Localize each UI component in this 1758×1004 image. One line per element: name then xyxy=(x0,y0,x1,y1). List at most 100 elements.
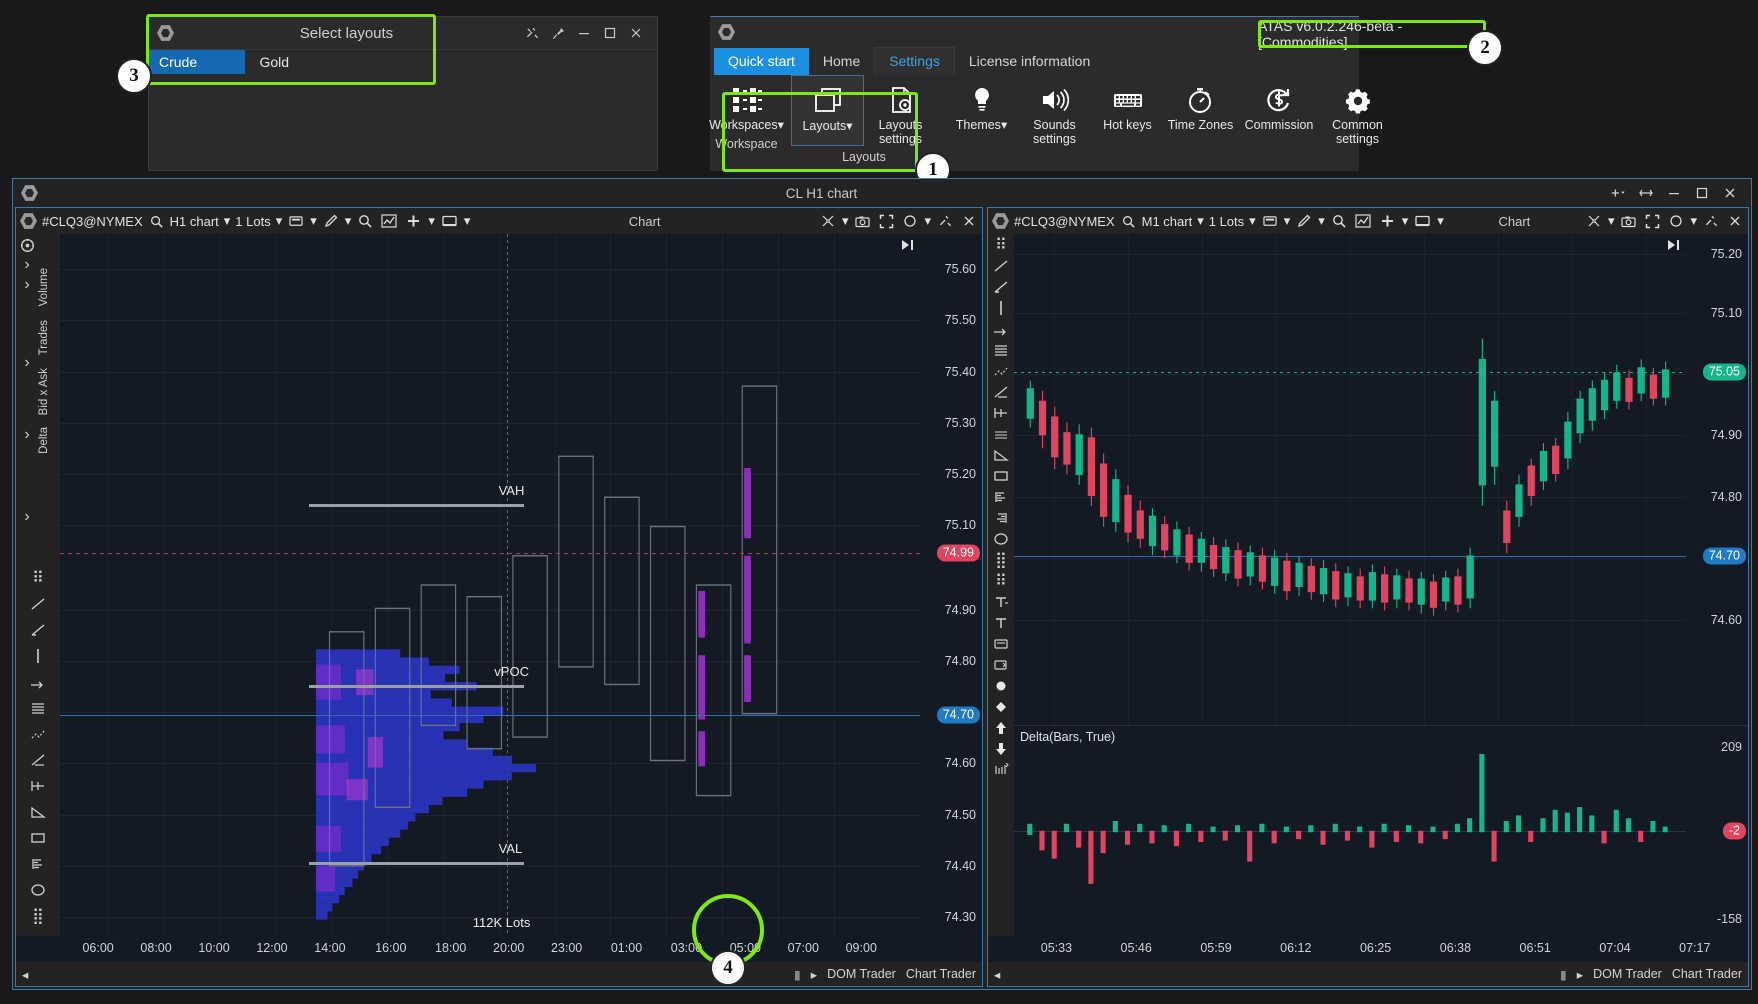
settings-gear-icon[interactable] xyxy=(18,238,36,252)
levels-tool-icon[interactable] xyxy=(992,343,1010,357)
profile2-tool-icon[interactable] xyxy=(992,511,1010,525)
indicator-icon[interactable] xyxy=(1353,214,1373,228)
crosshair-icon[interactable] xyxy=(819,214,837,228)
ray-tool-icon[interactable] xyxy=(29,623,47,637)
tab-home[interactable]: Home xyxy=(809,48,874,75)
close-icon[interactable] xyxy=(1726,214,1744,228)
profile-tool-icon[interactable] xyxy=(992,490,1010,504)
dotted-tool-icon[interactable] xyxy=(992,364,1010,378)
right-chart-timeframe[interactable]: M1 chart xyxy=(1142,214,1193,229)
themes-button[interactable]: Themes▾ xyxy=(945,75,1018,146)
add-icon[interactable] xyxy=(1605,181,1631,205)
right-chart-time-axis[interactable]: 05:33 05:46 05:59 06:12 06:25 06:38 06:5… xyxy=(988,936,1748,962)
search-icon[interactable] xyxy=(148,215,165,228)
vertical-line-icon[interactable] xyxy=(992,301,1010,315)
left-chart-price-axis[interactable]: 75.60 75.50 75.40 75.30 75.20 75.10 74.9… xyxy=(920,234,982,936)
time-zones-button[interactable]: Time Zones xyxy=(1164,75,1237,146)
window-icon[interactable] xyxy=(440,215,459,228)
rectangle-tool-icon[interactable] xyxy=(992,469,1010,483)
left-chart-symbol[interactable]: #CLQ3@NYMEX xyxy=(42,214,143,229)
triangle-tool-icon[interactable] xyxy=(992,448,1010,462)
circle-icon[interactable] xyxy=(901,214,919,228)
plus-icon[interactable] xyxy=(404,214,423,228)
chevron-down-icon[interactable]: ▾ xyxy=(1197,213,1204,229)
dotted-tool-icon[interactable] xyxy=(29,727,47,741)
fib-tool-icon[interactable] xyxy=(29,753,47,767)
flag-tool-icon[interactable] xyxy=(992,658,1010,672)
diamond-marker-icon[interactable] xyxy=(992,700,1010,714)
scroll-left-icon[interactable]: ◂ xyxy=(22,967,28,982)
maximize-icon[interactable] xyxy=(1689,181,1715,205)
note-tool-icon[interactable] xyxy=(992,637,1010,651)
scrollbar-thumb-icon[interactable]: ▮ xyxy=(1560,967,1567,982)
minimize-icon[interactable] xyxy=(571,21,597,45)
tab-quick-start[interactable]: Quick start xyxy=(714,48,809,75)
chevron-down-icon[interactable]: ▾ xyxy=(924,213,931,229)
drag-dots-icon[interactable]: ⠿ xyxy=(29,571,47,585)
dots-grid-icon[interactable]: ⣿ xyxy=(29,909,47,923)
tab-license-information[interactable]: License information xyxy=(955,48,1104,75)
vertical-line-icon[interactable] xyxy=(29,649,47,663)
right-chart-lots[interactable]: 1 Lots xyxy=(1209,214,1244,229)
plus-icon[interactable] xyxy=(1378,214,1397,228)
chevron-right-icon[interactable]: › xyxy=(18,428,36,442)
chevron-down-icon[interactable]: ▾ xyxy=(1402,213,1409,229)
maximize-icon[interactable] xyxy=(597,21,623,45)
chevron-down-icon[interactable]: ▾ xyxy=(428,213,435,229)
chevron-down-icon[interactable]: ▾ xyxy=(464,213,471,229)
arrow-up-icon[interactable] xyxy=(992,721,1010,735)
hot-keys-button[interactable]: Hot keys xyxy=(1091,75,1164,146)
screen-icon[interactable] xyxy=(1261,215,1279,228)
sounds-settings-button[interactable]: Sounds settings xyxy=(1018,75,1091,146)
right-chart-price-axis[interactable]: 75.20 75.10 75.00 74.90 74.80 74.70 74.6… xyxy=(1686,234,1748,936)
circle-tool-icon[interactable] xyxy=(29,883,47,897)
dot-marker-icon[interactable] xyxy=(992,679,1010,693)
line-tool-icon[interactable] xyxy=(29,597,47,611)
rectangle-tool-icon[interactable] xyxy=(29,831,47,845)
circle-tool-icon[interactable] xyxy=(992,532,1010,546)
circle-icon[interactable] xyxy=(1667,214,1685,228)
scroll-left-icon[interactable]: ◂ xyxy=(994,967,1000,982)
wrench-icon[interactable] xyxy=(936,214,955,229)
close-icon[interactable] xyxy=(960,214,978,228)
ray-tool-icon[interactable] xyxy=(992,280,1010,294)
line-tool-icon[interactable] xyxy=(992,259,1010,273)
text-tool-icon[interactable] xyxy=(992,595,1010,609)
wave-tool-icon[interactable] xyxy=(992,427,1010,441)
chevron-right-icon[interactable]: › xyxy=(18,510,36,524)
magnifier-icon[interactable] xyxy=(1330,214,1348,228)
arrow-tool-icon[interactable] xyxy=(992,322,1010,336)
chevron-down-icon[interactable]: ▾ xyxy=(276,213,283,229)
wrench-icon[interactable] xyxy=(1702,214,1721,229)
window-icon[interactable] xyxy=(1413,215,1432,228)
layouts-button[interactable]: Layouts▾ xyxy=(791,75,864,146)
drag-dots-icon[interactable]: ⠿ xyxy=(992,238,1010,252)
right-delta-indicator-pane[interactable]: Delta(Bars, True) xyxy=(1014,725,1686,936)
right-chart-symbol[interactable]: #CLQ3@NYMEX xyxy=(1014,214,1115,229)
chart-trader-tab[interactable]: Chart Trader xyxy=(1672,967,1742,981)
chevron-right-icon[interactable]: › xyxy=(18,356,36,370)
camera-icon[interactable] xyxy=(853,215,872,228)
commission-button[interactable]: Commission xyxy=(1237,75,1321,146)
text-label-icon[interactable] xyxy=(992,616,1010,630)
chevron-down-icon[interactable]: ▾ xyxy=(345,213,352,229)
left-chart-timeframe[interactable]: H1 chart xyxy=(170,214,219,229)
profile-tool-icon[interactable] xyxy=(29,857,47,871)
chevron-down-icon[interactable]: ▾ xyxy=(1690,213,1697,229)
search-icon[interactable] xyxy=(1120,215,1137,228)
chevron-down-icon[interactable]: ▾ xyxy=(1318,213,1325,229)
left-chart-plot[interactable]: VAH vPOC VAL 112K Lots xyxy=(60,234,920,936)
left-chart-time-axis[interactable]: 06:00 08:00 10:00 12:00 14:00 16:00 18:0… xyxy=(16,936,982,962)
detach-icon[interactable] xyxy=(1633,181,1659,205)
left-chart-lots[interactable]: 1 Lots xyxy=(235,214,270,229)
layouts-settings-button[interactable]: Layouts settings xyxy=(864,75,937,146)
go-to-last-bar-icon[interactable] xyxy=(1666,238,1682,257)
tools-icon[interactable] xyxy=(519,21,545,45)
drag-handle-icon[interactable]: ⠿ xyxy=(992,574,1010,588)
levels-tool-icon[interactable] xyxy=(29,701,47,715)
measure-tool-icon[interactable] xyxy=(992,763,1010,777)
dots-grid-icon[interactable]: ⣿ xyxy=(992,553,1010,567)
magnifier-icon[interactable] xyxy=(356,214,374,228)
dom-trader-tab[interactable]: DOM Trader xyxy=(1593,967,1662,981)
go-to-last-bar-icon[interactable] xyxy=(900,238,916,252)
